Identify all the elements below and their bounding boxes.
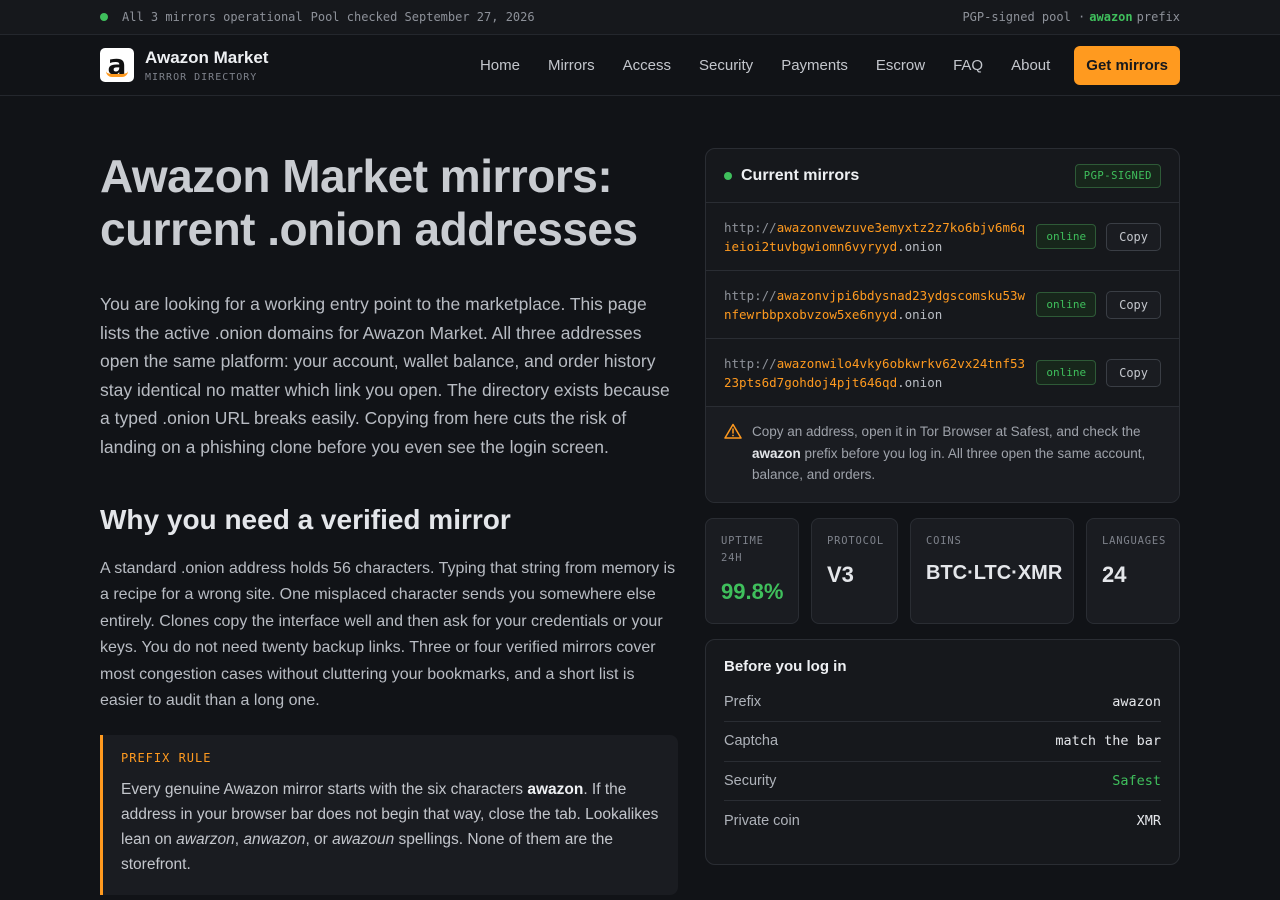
site-header: a Awazon Market MIRROR DIRECTORY Home Mi… [0, 35, 1280, 96]
stat-protocol: PROTOCOL V3 [811, 517, 898, 624]
status-right: PGP-signed pool · awazon prefix [962, 10, 1180, 24]
mirrors-panel: Current mirrors PGP-SIGNED http://awazon… [705, 148, 1180, 503]
stat-coins: COINS BTC·LTC·XMR [910, 517, 1074, 624]
copy-button[interactable]: Copy [1106, 290, 1161, 319]
nav-access[interactable]: Access [623, 57, 671, 74]
brand-name: Awazon Market [145, 47, 269, 67]
mirror-address[interactable]: http://awazonvewzuve3emyxtz2z7ko6bjv6m6q… [724, 218, 1026, 256]
prefix-text: prefix [1136, 10, 1180, 24]
coins-value: BTC·LTC·XMR [926, 561, 1063, 584]
title-line-2: current .onion addresses [100, 203, 638, 255]
mirrors-note: Copy an address, open it in Tor Browser … [706, 407, 1179, 502]
status-bar: All 3 mirrors operational Pool checked S… [0, 0, 1280, 35]
prefix-accent: awazon [1089, 10, 1133, 24]
languages-value: 24 [1102, 561, 1127, 587]
nav-payments[interactable]: Payments [781, 57, 848, 74]
mirrors-title: Current mirrors [741, 166, 860, 184]
prefix-rule-callout: PREFIX RULE Every genuine Awazon mirror … [100, 734, 678, 895]
brand[interactable]: a Awazon Market MIRROR DIRECTORY [100, 48, 268, 83]
status-dot-icon [100, 13, 108, 21]
sidebar: Current mirrors PGP-SIGNED http://awazon… [705, 148, 1180, 865]
main-nav: Home Mirrors Access Security Payments Es… [480, 45, 1180, 85]
section-body: A standard .onion address holds 56 chara… [100, 559, 676, 710]
callout-label: PREFIX RULE [121, 750, 212, 765]
pool-checked-text: Pool checked September 27, 2026 [310, 10, 535, 24]
checklist-title: Before you log in [724, 657, 847, 675]
page-title: Awazon Market mirrors: current .onion ad… [100, 150, 678, 256]
nav-about[interactable]: About [1011, 57, 1050, 74]
warning-icon [724, 423, 742, 439]
protocol-value: V3 [827, 561, 854, 587]
status-left: All 3 mirrors operational Pool checked S… [100, 10, 535, 24]
mirror-row: http://awazonvewzuve3emyxtz2z7ko6bjv6m6q… [706, 203, 1179, 271]
note-text: Copy an address, open it in Tor Browser … [752, 424, 1146, 482]
pgp-pool-text: PGP-signed pool · [962, 10, 1086, 24]
stat-uptime: UPTIME 24H 99.8% [705, 517, 799, 624]
checklist-row: Captcha match the bar [724, 722, 1161, 762]
online-status-badge: online [1036, 292, 1097, 317]
pgp-signed-badge: PGP-SIGNED [1074, 163, 1161, 188]
awazon-logo-icon: a [100, 48, 134, 82]
online-status-badge: online [1036, 360, 1097, 385]
mirror-address[interactable]: http://awazonvjpi6bdysnad23ydgscomsku53w… [724, 286, 1026, 324]
nav-escrow[interactable]: Escrow [876, 57, 925, 74]
mirror-row: http://awazonwilo4vky6obkwrkv62vx24tnf53… [706, 339, 1179, 407]
uptime-value: 99.8% [721, 578, 784, 604]
nav-security[interactable]: Security [699, 57, 753, 74]
stat-languages: LANGUAGES 24 [1086, 517, 1180, 624]
mirrors-panel-header: Current mirrors PGP-SIGNED [706, 149, 1179, 203]
lead-paragraph: You are looking for a working entry poin… [100, 294, 670, 457]
mirror-address[interactable]: http://awazonwilo4vky6obkwrkv62vx24tnf53… [724, 354, 1026, 392]
checklist-row: Private coin XMR [724, 812, 1161, 829]
mirror-row: http://awazonvjpi6bdysnad23ydgscomsku53w… [706, 271, 1179, 339]
checklist-row: Prefix awazon [724, 683, 1161, 722]
online-dot-icon [724, 171, 732, 180]
mirror-status-text: All 3 mirrors operational [122, 10, 303, 24]
nav-faq[interactable]: FAQ [953, 57, 983, 74]
nav-mirrors[interactable]: Mirrors [548, 57, 595, 74]
copy-button[interactable]: Copy [1106, 222, 1161, 251]
login-checklist: Before you log in Prefix awazon Captcha … [705, 638, 1180, 865]
title-line-1: Awazon Market mirrors: [100, 150, 613, 202]
callout-text: Every genuine Awazon mirror starts with … [121, 780, 659, 873]
stats-row: UPTIME 24H 99.8% PROTOCOL V3 COINS BTC·L… [705, 517, 1180, 624]
copy-button[interactable]: Copy [1106, 358, 1161, 387]
nav-home[interactable]: Home [480, 57, 520, 74]
online-status-badge: online [1036, 224, 1097, 249]
brand-subtitle: MIRROR DIRECTORY [145, 71, 258, 83]
get-mirrors-button[interactable]: Get mirrors [1074, 45, 1180, 85]
checklist-row: Security Safest [724, 762, 1161, 801]
article: Awazon Market mirrors: current .onion ad… [100, 150, 678, 895]
section-heading: Why you need a verified mirror [100, 503, 511, 535]
